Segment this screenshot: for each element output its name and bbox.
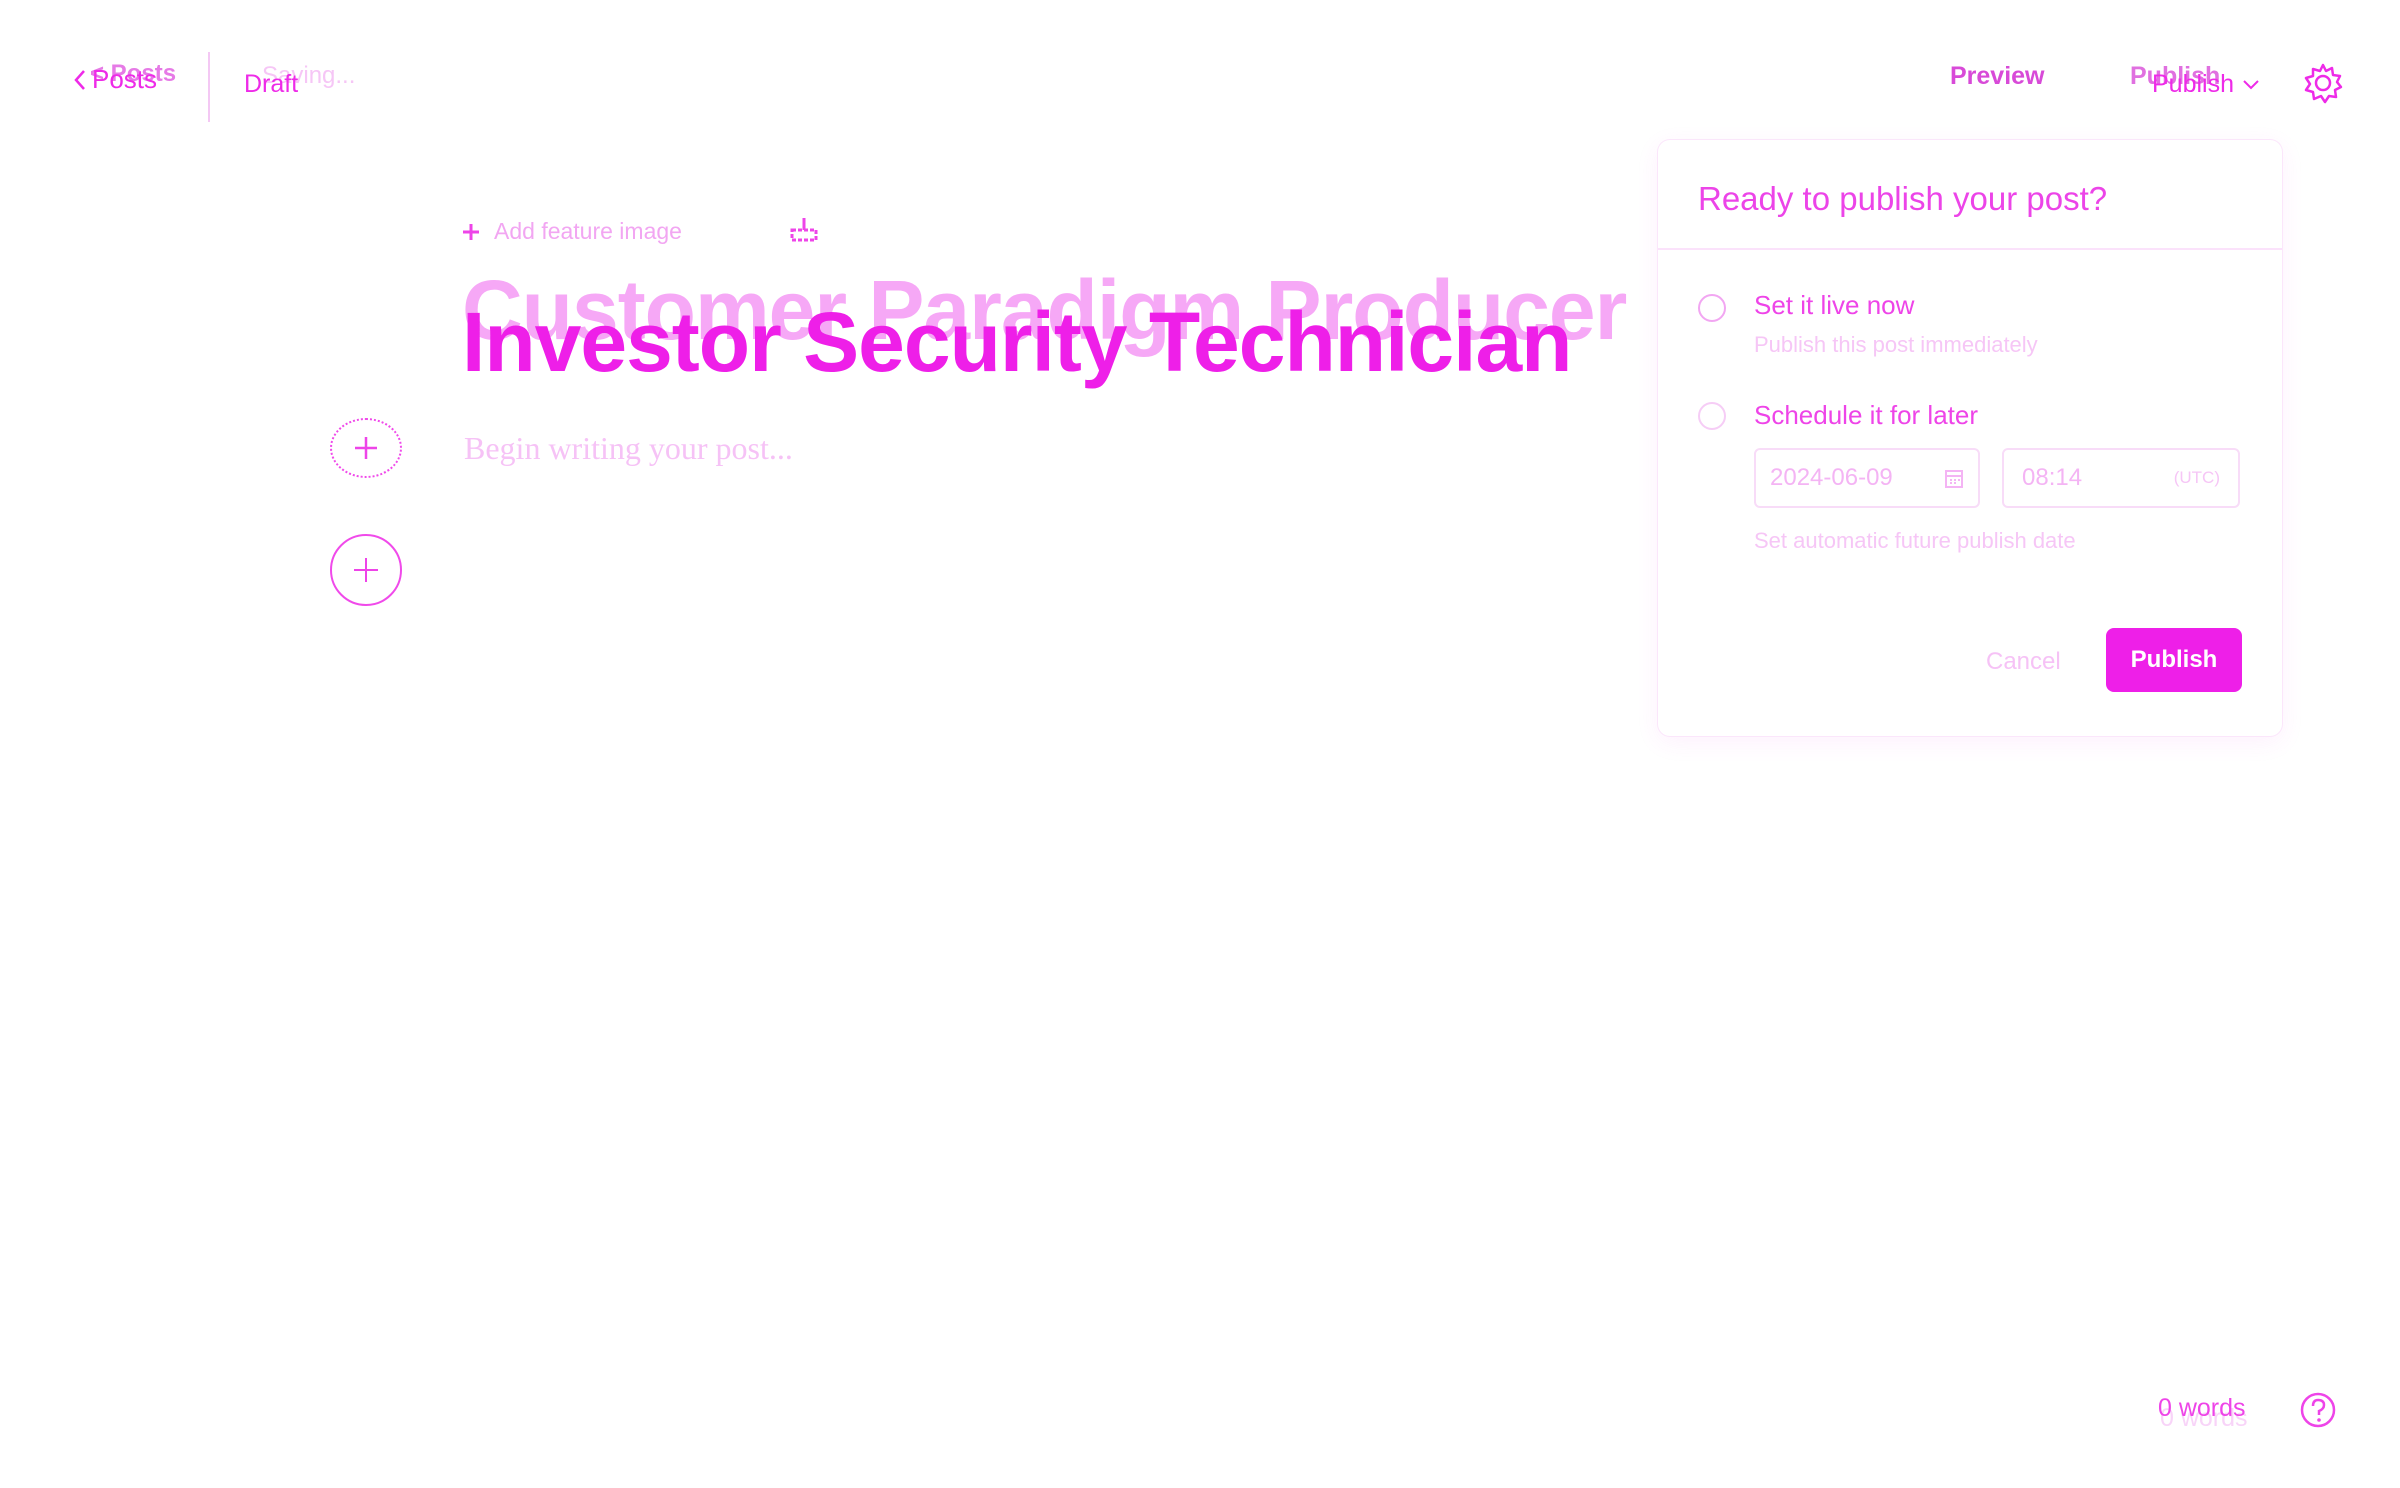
publish-menu-button[interactable]: Publish	[2152, 70, 2260, 99]
help-icon[interactable]	[2298, 1390, 2338, 1430]
plus-icon	[355, 437, 377, 459]
word-count: 0 words	[2158, 1394, 2246, 1422]
post-title[interactable]: Investor Security Technician	[462, 300, 1572, 384]
publish-menu-label: Publish	[2152, 70, 2234, 98]
schedule-time-input[interactable]: 08:14 (UTC)	[2002, 448, 2240, 508]
chevron-left-icon	[74, 69, 85, 90]
editor-header: < Posts Posts Saving... Draft Preview Pu…	[0, 0, 2400, 150]
calendar-icon	[1945, 470, 1963, 488]
header-divider	[208, 52, 210, 122]
publish-dropdown: Ready to publish your post? Set it live …	[1658, 140, 2282, 736]
panel-divider	[1658, 248, 2282, 250]
plus-icon	[463, 223, 479, 240]
back-to-posts-link[interactable]: Posts	[72, 64, 157, 95]
schedule-later-label[interactable]: Schedule it for later	[1754, 400, 1978, 431]
schedule-hint: Set automatic future publish date	[1754, 528, 2076, 553]
publish-dropdown-title: Ready to publish your post?	[1698, 180, 2108, 217]
publish-now-label[interactable]: Set it live now	[1754, 290, 1914, 321]
add-card-button[interactable]	[330, 534, 402, 606]
plus-icon	[354, 558, 378, 582]
schedule-time-value: 08:14	[2022, 464, 2083, 491]
post-body-input[interactable]: Begin writing your post...	[464, 430, 793, 467]
schedule-date-value: 2024-06-09	[1770, 464, 1893, 491]
publish-now-description: Publish this post immediately	[1754, 332, 2038, 357]
post-status: Draft	[244, 70, 299, 98]
back-to-posts-label: Posts	[92, 64, 158, 94]
publish-button[interactable]: Publish	[2106, 628, 2242, 692]
timezone-label: (UTC)	[2173, 468, 2220, 487]
schedule-date-input[interactable]: 2024-06-09	[1754, 448, 1980, 508]
cancel-button[interactable]: Cancel	[1986, 648, 2061, 676]
gear-icon[interactable]	[2302, 62, 2344, 104]
add-feature-image-label: Add feature image	[494, 218, 682, 244]
add-feature-image-button[interactable]: Add feature image	[462, 218, 682, 245]
add-card-button-ghost[interactable]	[330, 418, 402, 478]
preview-button[interactable]: Preview	[1950, 62, 2045, 91]
publish-now-radio[interactable]	[1698, 294, 1726, 322]
image-upload-icon[interactable]	[790, 216, 818, 242]
chevron-down-icon	[2243, 79, 2259, 89]
schedule-later-radio[interactable]	[1698, 402, 1726, 430]
